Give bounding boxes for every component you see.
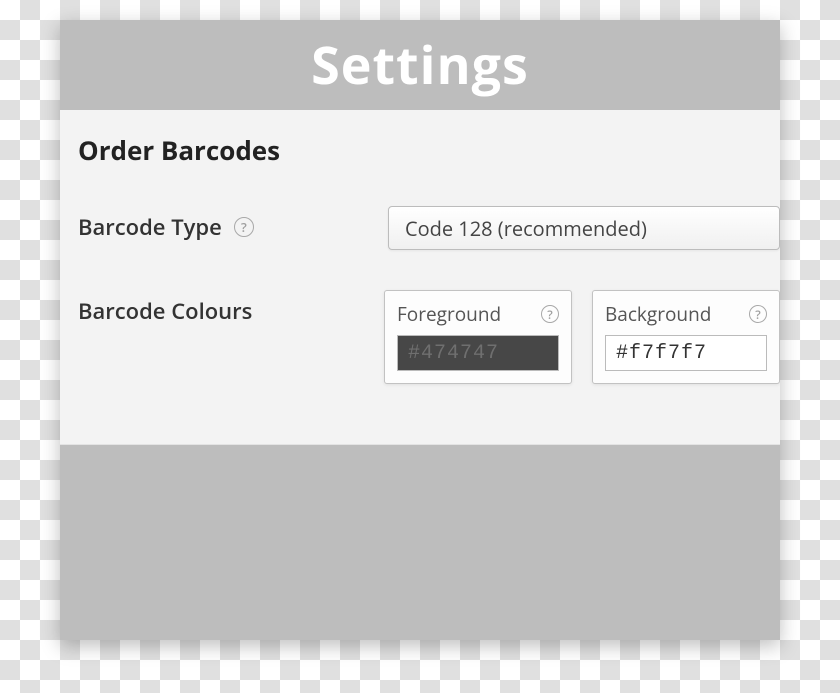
foreground-color-box: Foreground ? #474747	[384, 290, 572, 384]
background-label: Background	[605, 301, 711, 327]
background-color-box: Background ? #f7f7f7	[592, 290, 780, 384]
help-icon[interactable]: ?	[749, 305, 767, 323]
settings-panel: Order Barcodes Barcode Type ? Code 128 (…	[60, 110, 780, 445]
barcode-colours-control: Foreground ? #474747 Background ? #f7f7f…	[384, 290, 780, 384]
barcode-colours-label: Barcode Colours	[78, 296, 252, 326]
settings-window: Settings Order Barcodes Barcode Type ? C…	[60, 20, 780, 640]
background-color-value: #f7f7f7	[616, 342, 707, 365]
barcode-type-label-cell: Barcode Type ?	[78, 206, 388, 242]
barcode-type-control: Code 128 (recommended)	[388, 206, 780, 250]
page-title: Settings	[311, 29, 529, 100]
help-icon[interactable]: ?	[234, 217, 254, 237]
background-header: Background ?	[605, 301, 767, 327]
barcode-type-label: Barcode Type	[78, 212, 222, 242]
barcode-type-row: Barcode Type ? Code 128 (recommended)	[60, 186, 780, 270]
background-color-input[interactable]: #f7f7f7	[605, 335, 767, 371]
foreground-color-input[interactable]: #474747	[397, 335, 559, 371]
barcode-colours-row: Barcode Colours Foreground ? #474747 Bac…	[60, 270, 780, 404]
titlebar: Settings	[60, 20, 780, 110]
barcode-type-selected: Code 128 (recommended)	[405, 215, 647, 242]
help-icon[interactable]: ?	[541, 305, 559, 323]
foreground-header: Foreground ?	[397, 301, 559, 327]
section-title: Order Barcodes	[60, 128, 780, 186]
barcode-colours-label-cell: Barcode Colours	[78, 290, 384, 326]
barcode-type-select[interactable]: Code 128 (recommended)	[388, 206, 780, 250]
foreground-label: Foreground	[397, 301, 501, 327]
foreground-color-value: #474747	[408, 342, 499, 365]
